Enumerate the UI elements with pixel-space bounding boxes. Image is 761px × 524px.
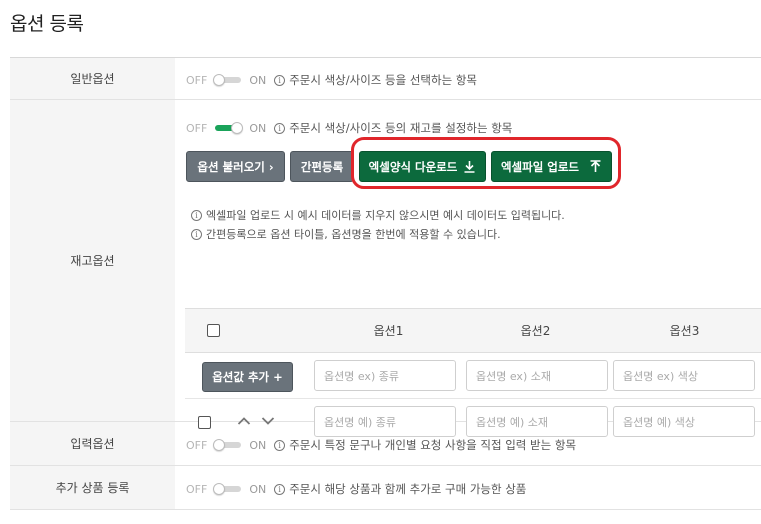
hint-extra: 주문시 해당 상품과 함께 추가로 구매 가능한 상품 xyxy=(289,482,527,496)
load-options-button[interactable]: 옵션 불러오기 › xyxy=(186,151,285,182)
column-header-option2: 옵션2 xyxy=(520,324,551,338)
quick-register-button[interactable]: 간편등록 xyxy=(290,151,354,182)
toggle-off-label: OFF xyxy=(186,121,208,135)
toggle-switch[interactable] xyxy=(213,439,243,451)
toggle-on-label: ON xyxy=(249,73,267,87)
toggle-input[interactable]: OFF ON i 주문시 특정 문구나 개인별 요청 사항을 직접 입력 받는 항… xyxy=(186,437,576,453)
column-header-option3: 옵션3 xyxy=(669,324,700,338)
toggle-extra[interactable]: OFF ON i 주문시 해당 상품과 함께 추가로 구매 가능한 상품 xyxy=(186,481,526,497)
toggle-off-label: OFF xyxy=(186,73,208,87)
toggle-general[interactable]: OFF ON i 주문시 색상/사이즈 등을 선택하는 항목 xyxy=(186,72,477,88)
highlight-annotation xyxy=(351,137,621,189)
row-label-stock: 재고옵션 xyxy=(10,100,175,421)
add-option-value-button[interactable]: 옵션값 추가 + xyxy=(202,362,293,392)
toggle-on-label: ON xyxy=(249,482,267,496)
info-circle-icon: i xyxy=(274,483,286,495)
note-item: 간편등록으로 옵션 타이틀, 옵션명을 한번에 적용할 수 있습니다. xyxy=(206,228,501,241)
toggle-off-label: OFF xyxy=(186,438,208,452)
option1-title-input[interactable]: 옵션명 ex) 종류 xyxy=(314,360,456,391)
page-title: 옵션 등록 xyxy=(10,13,84,35)
toggle-on-label: ON xyxy=(249,438,267,452)
toggle-on-label: ON xyxy=(249,121,267,135)
select-all-checkbox[interactable] xyxy=(207,324,220,337)
option3-title-input[interactable]: 옵션명 ex) 색상 xyxy=(613,360,755,391)
note-item: 엑셀파일 업로드 시 예시 데이터를 지우지 않으시면 예시 데이터도 입력됩니… xyxy=(206,209,565,222)
option-form-table: 일반옵션 OFF ON i 주문시 색상/사이즈 등을 선택하는 항목 재고옵션 … xyxy=(10,57,761,510)
toggle-switch[interactable] xyxy=(213,74,243,86)
info-circle-icon: i xyxy=(274,439,286,451)
toggle-switch[interactable] xyxy=(213,483,243,495)
row-label-input: 입력옵션 xyxy=(10,422,175,465)
toggle-stock[interactable]: OFF ON i 주문시 색상/사이즈 등의 재고를 설정하는 항목 xyxy=(186,120,512,136)
option-title-row: 옵션값 추가 + 옵션명 ex) 종류 옵션명 ex) 소재 옵션명 ex) 색… xyxy=(185,353,761,399)
hint-input: 주문시 특정 문구나 개인별 요청 사항을 직접 입력 받는 항목 xyxy=(289,438,577,452)
hint-general: 주문시 색상/사이즈 등을 선택하는 항목 xyxy=(289,73,477,87)
info-circle-icon: i xyxy=(191,229,202,240)
option2-title-input[interactable]: 옵션명 ex) 소재 xyxy=(466,360,608,391)
toggle-off-label: OFF xyxy=(186,482,208,496)
hint-stock: 주문시 색상/사이즈 등의 재고를 설정하는 항목 xyxy=(289,121,513,135)
row-general-option: 일반옵션 OFF ON i 주문시 색상/사이즈 등을 선택하는 항목 xyxy=(10,58,761,100)
info-circle-icon: i xyxy=(274,122,286,134)
row-label-extra: 추가 상품 등록 xyxy=(10,466,175,509)
row-input-option: 입력옵션 OFF ON i 주문시 특정 문구나 개인별 요청 사항을 직접 입력… xyxy=(10,422,761,466)
column-header-option1: 옵션1 xyxy=(373,324,404,338)
row-extra-product: 추가 상품 등록 OFF ON i 주문시 해당 상품과 함께 추가로 구매 가능… xyxy=(10,466,761,510)
select-all-cell xyxy=(140,309,287,352)
info-circle-icon: i xyxy=(274,74,286,86)
row-label-general: 일반옵션 xyxy=(10,58,175,99)
toggle-switch[interactable] xyxy=(213,122,244,134)
info-circle-icon: i xyxy=(191,210,202,221)
option-table-header: 옵션1 옵션2 옵션3 xyxy=(185,308,761,353)
stock-notes: i 엑셀파일 업로드 시 예시 데이터를 지우지 않으시면 예시 데이터도 입력됩… xyxy=(191,206,565,244)
